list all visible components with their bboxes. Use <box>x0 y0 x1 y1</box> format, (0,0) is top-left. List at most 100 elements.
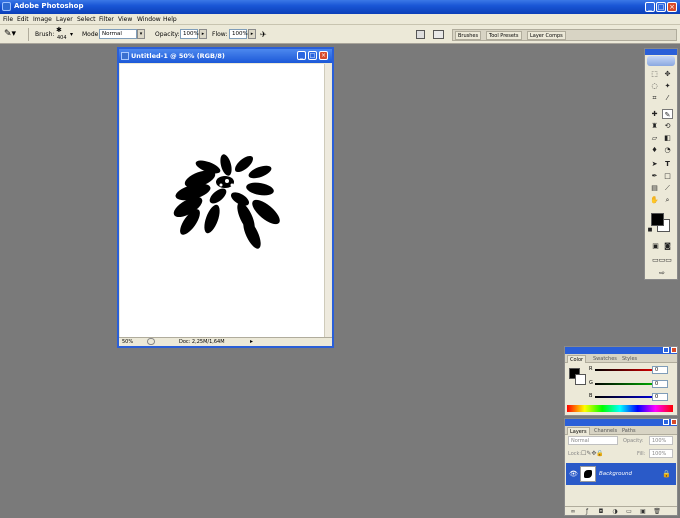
vertical-scrollbar[interactable] <box>324 64 331 338</box>
dodge-tool-icon[interactable]: ◔ <box>662 145 673 155</box>
blur-tool-icon[interactable]: ♦ <box>649 145 660 155</box>
type-tool-icon[interactable]: T <box>662 159 673 169</box>
brush-preview-icon[interactable]: ✱ <box>56 27 68 34</box>
opacity-arrow-icon[interactable]: ▸ <box>199 29 207 39</box>
notes-tool-icon[interactable]: ▤ <box>649 183 660 193</box>
photoshop-feather-icon[interactable] <box>647 56 675 66</box>
layers-panel-close-button[interactable] <box>671 419 677 425</box>
shape-tool-icon[interactable]: □ <box>662 171 673 181</box>
screen-modes-icon[interactable]: ▭▭▭ <box>648 255 676 265</box>
eyedropper-tool-icon[interactable]: ⟋ <box>662 183 673 193</box>
well-tab-brushes[interactable]: Brushes <box>455 31 482 40</box>
layer-mask-icon[interactable]: ◘ <box>597 508 605 515</box>
zoom-level[interactable]: 50% <box>122 339 133 345</box>
brush-dropdown-icon[interactable]: ▾ <box>70 31 73 38</box>
airbrush-icon[interactable]: ✈ <box>260 29 272 40</box>
clone-stamp-tool-icon[interactable]: ♜ <box>649 121 660 131</box>
tab-channels[interactable]: Channels <box>592 427 619 435</box>
quick-mask-mode-icon[interactable]: ◙ <box>662 241 673 251</box>
menu-image[interactable]: Image <box>33 16 52 23</box>
tab-swatches[interactable]: Swatches <box>591 355 619 363</box>
color-bg-swatch[interactable] <box>575 374 586 385</box>
marquee-tool-icon[interactable]: ⬚ <box>649 69 660 79</box>
slice-tool-icon[interactable]: ⁄ <box>662 93 673 103</box>
brush-tool-button-icon[interactable]: ✎ <box>662 109 673 119</box>
mode-select[interactable]: Normal <box>99 29 137 39</box>
menu-help[interactable]: Help <box>163 16 177 23</box>
doc-close-button[interactable]: × <box>319 51 328 60</box>
pen-tool-icon[interactable]: ✒ <box>649 171 660 181</box>
maximize-button[interactable]: □ <box>656 2 666 12</box>
brush-label: Brush: <box>35 31 55 38</box>
close-button[interactable]: × <box>667 2 677 12</box>
layer-blend-mode-select[interactable]: Normal <box>568 436 618 445</box>
image-canvas[interactable] <box>120 64 325 338</box>
lock-options-icon[interactable]: ☐✎✥🔒 <box>581 450 613 457</box>
history-brush-tool-icon[interactable]: ⟲ <box>662 121 673 131</box>
channel-g-input[interactable]: 0 <box>652 380 668 388</box>
toolbox-header[interactable] <box>645 49 677 55</box>
hand-tool-icon[interactable]: ✋ <box>649 195 660 205</box>
channel-b-label: B <box>589 393 593 399</box>
fill-input[interactable]: 100% <box>649 449 673 458</box>
layer-thumbnail <box>580 466 596 482</box>
status-menu-arrow-icon[interactable]: ▸ <box>250 338 253 345</box>
channel-b-input[interactable]: 0 <box>652 393 668 401</box>
minimize-button[interactable]: _ <box>645 2 655 12</box>
layers-panel-header[interactable] <box>565 419 677 426</box>
lasso-tool-icon[interactable]: ◌ <box>649 81 660 91</box>
tab-styles[interactable]: Styles <box>620 355 639 363</box>
foreground-color-swatch[interactable] <box>651 213 664 226</box>
layers-panel-minimize-button[interactable] <box>663 419 669 425</box>
zoom-icon[interactable] <box>147 338 155 345</box>
layer-style-icon[interactable]: ƒ <box>583 508 591 515</box>
flow-input[interactable]: 100% <box>229 29 248 39</box>
menu-select[interactable]: Select <box>77 16 96 23</box>
layer-row-background[interactable]: 👁 Background 🔒 <box>566 463 676 485</box>
path-selection-tool-icon[interactable]: ➤ <box>649 159 660 169</box>
menu-window[interactable]: Window <box>137 16 161 23</box>
well-tab-tool-presets[interactable]: Tool Presets <box>486 31 522 40</box>
eraser-tool-icon[interactable]: ▱ <box>649 133 660 143</box>
crop-tool-icon[interactable]: ⌗ <box>649 93 660 103</box>
standard-mode-icon[interactable]: ▣ <box>650 241 661 251</box>
color-panel-close-button[interactable] <box>671 347 677 353</box>
new-group-icon[interactable]: ▭ <box>625 508 633 515</box>
file-browser-icon[interactable] <box>416 30 425 39</box>
default-colors-icon[interactable]: ■ <box>647 227 653 233</box>
color-panel-header[interactable] <box>565 347 677 354</box>
doc-maximize-button[interactable]: □ <box>308 51 317 60</box>
menu-filter[interactable]: Filter <box>99 16 114 23</box>
menu-view[interactable]: View <box>118 16 132 23</box>
menu-layer[interactable]: Layer <box>56 16 73 23</box>
jump-to-imageready-icon[interactable]: ⇨ <box>648 268 676 278</box>
document-title-bar[interactable]: Untitled-1 @ 50% (RGB/8) _ □ × <box>119 49 332 63</box>
new-layer-icon[interactable]: ▣ <box>639 508 647 515</box>
color-spectrum-bar[interactable] <box>567 405 673 412</box>
channel-r-input[interactable]: 0 <box>652 366 668 374</box>
palette-toggle-icon[interactable] <box>433 30 444 39</box>
well-tab-layer-comps[interactable]: Layer Comps <box>527 31 566 40</box>
layer-visibility-eye-icon[interactable]: 👁 <box>569 470 578 478</box>
delete-layer-icon[interactable]: 🗑 <box>653 508 661 515</box>
mode-dropdown-icon[interactable]: ▾ <box>137 29 145 39</box>
gradient-tool-icon[interactable]: ◧ <box>662 133 673 143</box>
zoom-tool-icon[interactable]: ⌕ <box>662 195 673 205</box>
doc-minimize-button[interactable]: _ <box>297 51 306 60</box>
layer-opacity-input[interactable]: 100% <box>649 436 673 445</box>
link-layers-icon[interactable]: ∞ <box>569 508 577 515</box>
tab-paths[interactable]: Paths <box>620 427 638 435</box>
move-tool-icon[interactable]: ✥ <box>662 69 673 79</box>
layers-panel-tabs: Layers Channels Paths <box>565 426 677 435</box>
opacity-input[interactable]: 100% <box>180 29 199 39</box>
color-panel-minimize-button[interactable] <box>663 347 669 353</box>
adjustment-layer-icon[interactable]: ◑ <box>611 508 619 515</box>
tab-layers[interactable]: Layers <box>567 427 590 435</box>
tab-color[interactable]: Color <box>567 355 587 363</box>
brush-tool-icon[interactable]: ✎▾ <box>4 29 22 40</box>
flow-arrow-icon[interactable]: ▸ <box>248 29 256 39</box>
healing-brush-tool-icon[interactable]: ✚ <box>649 109 660 119</box>
magic-wand-tool-icon[interactable]: ✦ <box>662 81 673 91</box>
menu-file[interactable]: File <box>3 16 13 23</box>
menu-edit[interactable]: Edit <box>17 16 29 23</box>
